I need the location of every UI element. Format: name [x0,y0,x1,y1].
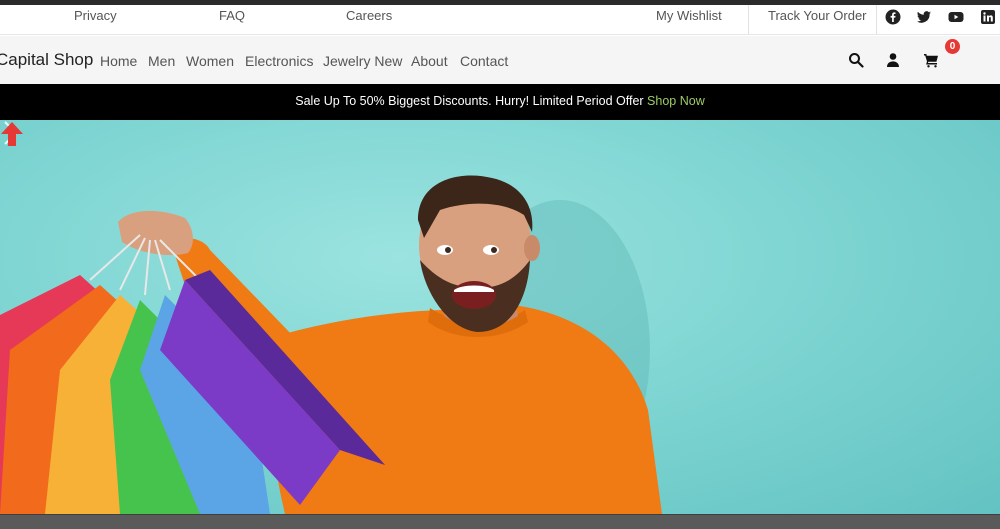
promo-text: Sale Up To 50% Biggest Discounts. Hurry!… [295,94,648,108]
promo-message: Sale Up To 50% Biggest Discounts. Hurry!… [0,94,1000,108]
nav-women[interactable]: Women [186,53,234,69]
nav-men[interactable]: Men [148,53,175,69]
user-icon[interactable] [885,52,901,68]
arrow-up-icon[interactable] [0,120,24,148]
hero-slider [0,120,1000,514]
hero-image [0,175,662,514]
shop-now-link[interactable]: Shop Now [647,94,705,108]
nav-about[interactable]: About [411,53,448,69]
divider [748,5,749,35]
brand-logo[interactable]: Capital Shop [0,50,93,70]
privacy-link[interactable]: Privacy [74,8,117,23]
cart-count-badge: 0 [945,39,960,54]
facebook-icon[interactable] [885,9,901,25]
promo-banner: Sale Up To 50% Biggest Discounts. Hurry!… [0,84,1000,120]
youtube-icon[interactable] [948,9,964,25]
faq-link[interactable]: FAQ [219,8,245,23]
cart-icon[interactable] [923,52,939,68]
twitter-icon[interactable] [916,9,932,25]
top-bar: Privacy FAQ Careers My Wishlist Track Yo… [0,5,1000,35]
main-navbar: Capital Shop Home Men Women Electronics … [0,36,1000,84]
nav-jewelry[interactable]: Jewelry New [323,53,402,69]
horizontal-scrollbar[interactable] [0,514,1000,529]
search-icon[interactable] [848,52,864,68]
careers-link[interactable]: Careers [346,8,392,23]
track-order-link[interactable]: Track Your Order [768,8,867,23]
nav-home[interactable]: Home [100,53,137,69]
nav-contact[interactable]: Contact [460,53,508,69]
divider [876,5,877,35]
wishlist-link[interactable]: My Wishlist [656,8,722,23]
nav-electronics[interactable]: Electronics [245,53,313,69]
linkedin-icon[interactable] [980,9,996,25]
